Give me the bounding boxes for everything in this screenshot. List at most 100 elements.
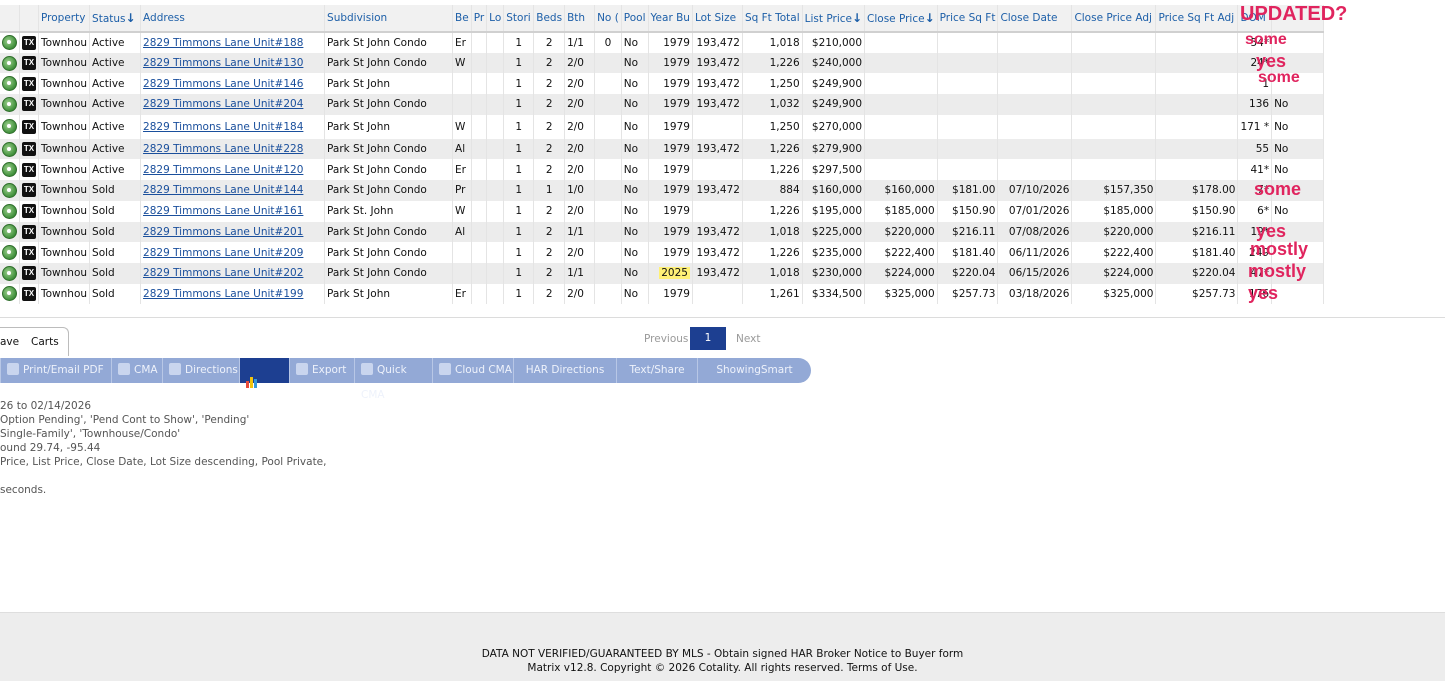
col-header-be[interactable]: Be <box>452 5 472 33</box>
state-icon-cell: TX <box>19 32 39 53</box>
table-row[interactable]: TX Townhou Active 2829 Timmons Lane Unit#14… <box>0 73 1325 95</box>
cell-sqft-total: 1,226 <box>742 242 803 263</box>
address-link[interactable]: 2829 Timmons Lane Unit#146 <box>143 78 303 90</box>
table-row[interactable]: TX Townhou Active 2829 Timmons Lane Unit#13… <box>0 52 1325 74</box>
address-link[interactable]: 2829 Timmons Lane Unit#184 <box>143 121 303 133</box>
address-link[interactable]: 2829 Timmons Lane Unit#144 <box>143 184 303 196</box>
history-icon[interactable] <box>2 245 17 261</box>
address-link[interactable]: 2829 Timmons Lane Unit#188 <box>143 37 303 49</box>
col-header-price-sqft-adj[interactable]: Price Sq Ft Adj <box>1155 5 1239 33</box>
state-icon-cell: TX <box>19 283 39 305</box>
history-icon[interactable] <box>2 141 17 157</box>
toolbar-button-showingsmart[interactable]: ShowingSmart <box>697 358 811 383</box>
table-row[interactable]: TX Townhou Sold 2829 Timmons Lane Unit#209 P… <box>0 242 1325 263</box>
col-header-pool[interactable]: Pool <box>621 5 649 33</box>
table-row[interactable]: TX Townhou Active 2829 Timmons Lane Unit#12… <box>0 159 1325 181</box>
toolbar-button-text-share[interactable]: Text/Share <box>616 358 697 383</box>
history-icon[interactable] <box>2 119 17 135</box>
col-header-baths[interactable]: Bth <box>564 5 596 33</box>
col-header-price-sqft[interactable]: Price Sq Ft <box>937 5 999 33</box>
col-header-lot-size[interactable]: Lot Size <box>692 5 743 33</box>
cell-status: Sold <box>89 283 142 305</box>
toolbar-button-cloud-cma[interactable]: Cloud CMA <box>432 358 513 383</box>
address-link[interactable]: 2829 Timmons Lane Unit#209 <box>143 247 303 259</box>
table-row[interactable]: TX Townhou Sold 2829 Timmons Lane Unit#199 P… <box>0 283 1325 305</box>
cell-property-type: Townhou <box>38 73 91 95</box>
history-icon[interactable] <box>2 224 17 240</box>
copyright-text[interactable]: Matrix v12.8. Copyright © 2026 Cotality.… <box>0 662 1445 674</box>
cell-pool: No <box>621 138 649 160</box>
toolbar-button-stats[interactable]: Stats <box>239 358 289 401</box>
col-header-list-price[interactable]: List Price↓ <box>802 5 866 33</box>
state-badge-icon: TX <box>22 286 36 301</box>
col-header-lo[interactable]: Lo <box>486 5 505 33</box>
address-link[interactable]: 2829 Timmons Lane Unit#201 <box>143 226 303 238</box>
col-header-close-price[interactable]: Close Price↓ <box>864 5 938 33</box>
cell-year-built: 1979 <box>648 221 693 243</box>
history-icon[interactable] <box>2 162 17 178</box>
col-header-beds[interactable]: Beds <box>533 5 566 33</box>
cell-stories: 1 <box>503 94 535 115</box>
cell-stories: 1 <box>503 52 535 74</box>
toolbar-button-quick-cma[interactable]: Quick CMA <box>354 358 432 401</box>
history-icon[interactable] <box>2 76 17 92</box>
history-icon[interactable] <box>2 286 17 302</box>
cell-list-price: $225,000 <box>802 221 866 243</box>
col-header-no[interactable]: No ( <box>594 5 622 33</box>
col-header-stories[interactable]: Stori <box>503 5 535 33</box>
address-link[interactable]: 2829 Timmons Lane Unit#199 <box>143 288 303 300</box>
toolbar-button-har-directions[interactable]: HAR Directions <box>513 358 616 383</box>
col-header-subdivision[interactable]: Subdivision <box>324 5 454 33</box>
address-link[interactable]: 2829 Timmons Lane Unit#161 <box>143 205 303 217</box>
table-row[interactable]: TX Townhou Sold 2829 Timmons Lane Unit#144 P… <box>0 180 1325 201</box>
cell-stories: 1 <box>503 262 535 284</box>
toolbar-button-directions[interactable]: Directions <box>162 358 239 383</box>
cell-dom: 6* <box>1237 200 1273 222</box>
col-header-sqft-total[interactable]: Sq Ft Total <box>742 5 803 33</box>
table-row[interactable]: TX Townhou Sold 2829 Timmons Lane Unit#201 P… <box>0 221 1325 243</box>
col-header-address[interactable]: Address <box>140 5 326 33</box>
cell-lo <box>486 138 505 160</box>
address-link[interactable]: 2829 Timmons Lane Unit#204 <box>143 98 303 110</box>
table-row[interactable]: TX Townhou Sold 2829 Timmons Lane Unit#202 P… <box>0 262 1325 284</box>
cell-subdivision: Park St John Condo <box>324 52 454 74</box>
toolbar-button-print-email-pdf[interactable]: Print/Email PDF <box>0 358 111 383</box>
page-1-button[interactable]: 1 <box>690 327 726 350</box>
cell-subdivision: Park St John Condo <box>324 180 454 201</box>
history-icon[interactable] <box>2 96 17 112</box>
next-page-link[interactable]: Next <box>736 333 760 345</box>
cell-year-built: 1979 <box>648 52 693 74</box>
history-icon[interactable] <box>2 35 17 51</box>
table-row[interactable]: TX Townhou Sold 2829 Timmons Lane Unit#161 P… <box>0 200 1325 222</box>
tab-save[interactable]: ave <box>0 336 19 348</box>
col-header-property-type[interactable]: Property <box>38 5 91 33</box>
handwritten-annotation: yes <box>1256 221 1287 241</box>
toolbar-button-cma[interactable]: CMA <box>111 358 162 383</box>
table-row[interactable]: TX Townhou Active 2829 Timmons Lane Unit#22… <box>0 138 1325 160</box>
cell-close-price: $160,000 <box>864 180 938 201</box>
address-link[interactable]: 2829 Timmons Lane Unit#228 <box>143 143 303 155</box>
col-header-year-built[interactable]: Year Bu <box>648 5 693 33</box>
table-row[interactable]: TX Townhou Active 2829 Timmons Lane Unit#20… <box>0 94 1325 115</box>
address-link[interactable]: 2829 Timmons Lane Unit#130 <box>143 57 303 69</box>
toolbar-button-export[interactable]: Export <box>289 358 354 383</box>
history-icon[interactable] <box>2 55 17 71</box>
history-icon[interactable] <box>2 182 17 198</box>
address-link[interactable]: 2829 Timmons Lane Unit#202 <box>143 267 303 279</box>
cell-address: 2829 Timmons Lane Unit#228 <box>140 138 326 160</box>
table-row[interactable]: TX Townhou Active 2829 Timmons Lane Unit#18… <box>0 114 1325 139</box>
col-header-close-date[interactable]: Close Date <box>997 5 1073 33</box>
history-icon[interactable] <box>2 265 17 281</box>
cell-close-price <box>864 94 938 115</box>
col-header-close-price-adj[interactable]: Close Price Adj <box>1071 5 1157 33</box>
address-link[interactable]: 2829 Timmons Lane Unit#120 <box>143 164 303 176</box>
table-row[interactable]: TX Townhou Active 2829 Timmons Lane Unit#18… <box>0 32 1325 53</box>
col-header-pr[interactable]: Pr <box>471 5 488 33</box>
previous-page-link[interactable]: Previous <box>644 333 688 345</box>
cell-stories: 1 <box>503 200 535 222</box>
tab-carts[interactable]: Carts <box>31 336 59 348</box>
history-icon-cell <box>0 262 20 284</box>
sort-down-icon: ↓ <box>851 11 863 25</box>
col-header-status[interactable]: Status↓ <box>89 5 142 33</box>
history-icon[interactable] <box>2 203 17 219</box>
